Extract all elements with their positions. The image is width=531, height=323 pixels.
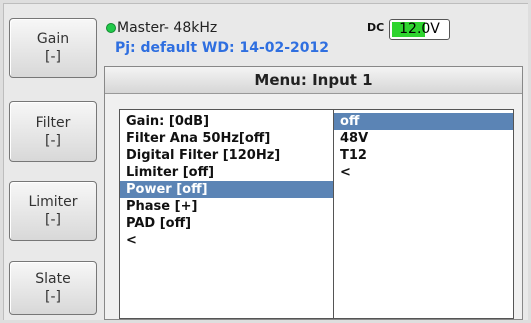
values-list[interactable]: off 48V T12 <	[333, 109, 514, 319]
settings-list-item[interactable]: Phase [+]	[120, 198, 334, 215]
master-clock-label: Master- 48kHz	[117, 20, 218, 36]
gain-button-value: [-]	[45, 49, 61, 65]
settings-list-item[interactable]: Filter Ana 50Hz[off]	[120, 130, 334, 147]
gain-button-label: Gain	[36, 31, 70, 47]
values-list-item[interactable]: T12	[334, 147, 513, 164]
filter-button-label: Filter	[35, 114, 71, 131]
status-led-icon	[106, 23, 116, 33]
limiter-button[interactable]: Limiter [-]	[9, 181, 97, 241]
values-list-item[interactable]: off	[334, 113, 513, 130]
filter-button[interactable]: Filter [-]	[9, 101, 97, 162]
project-info: Pj: default WD: 14-02-2012	[115, 40, 330, 56]
limiter-button-value: [-]	[45, 212, 61, 228]
settings-list-item[interactable]: Limiter [off]	[120, 164, 334, 181]
settings-list-item[interactable]: Power [off]	[120, 181, 334, 198]
dc-voltage-number: 12.0	[399, 21, 431, 37]
dc-voltage-value: 12.0V	[390, 20, 449, 39]
settings-list-item[interactable]: Gain: [0dB]	[120, 113, 334, 130]
dc-voltage-unit: V	[430, 21, 440, 37]
settings-list-item[interactable]: PAD [off]	[120, 215, 334, 232]
settings-list-item[interactable]: <	[120, 232, 334, 249]
dc-voltage-indicator: 12.0V	[389, 19, 450, 40]
filter-button-value: [-]	[45, 132, 61, 149]
gain-button[interactable]: Gain [-]	[9, 18, 97, 78]
values-list-item[interactable]: <	[334, 164, 513, 181]
menu-title: Menu: Input 1	[105, 67, 522, 94]
slate-button-value: [-]	[45, 289, 61, 305]
values-list-item[interactable]: 48V	[334, 130, 513, 147]
slate-button-label: Slate	[35, 271, 71, 287]
limiter-button-label: Limiter	[28, 194, 78, 210]
dc-label: DC	[367, 21, 385, 34]
settings-list[interactable]: Gain: [0dB] Filter Ana 50Hz[off] Digital F…	[119, 109, 335, 319]
menu-panel: Menu: Input 1 Gain: [0dB] Filter Ana 50Hz…	[104, 66, 523, 320]
slate-button[interactable]: Slate [-]	[9, 261, 97, 315]
settings-list-item[interactable]: Digital Filter [120Hz]	[120, 147, 334, 164]
